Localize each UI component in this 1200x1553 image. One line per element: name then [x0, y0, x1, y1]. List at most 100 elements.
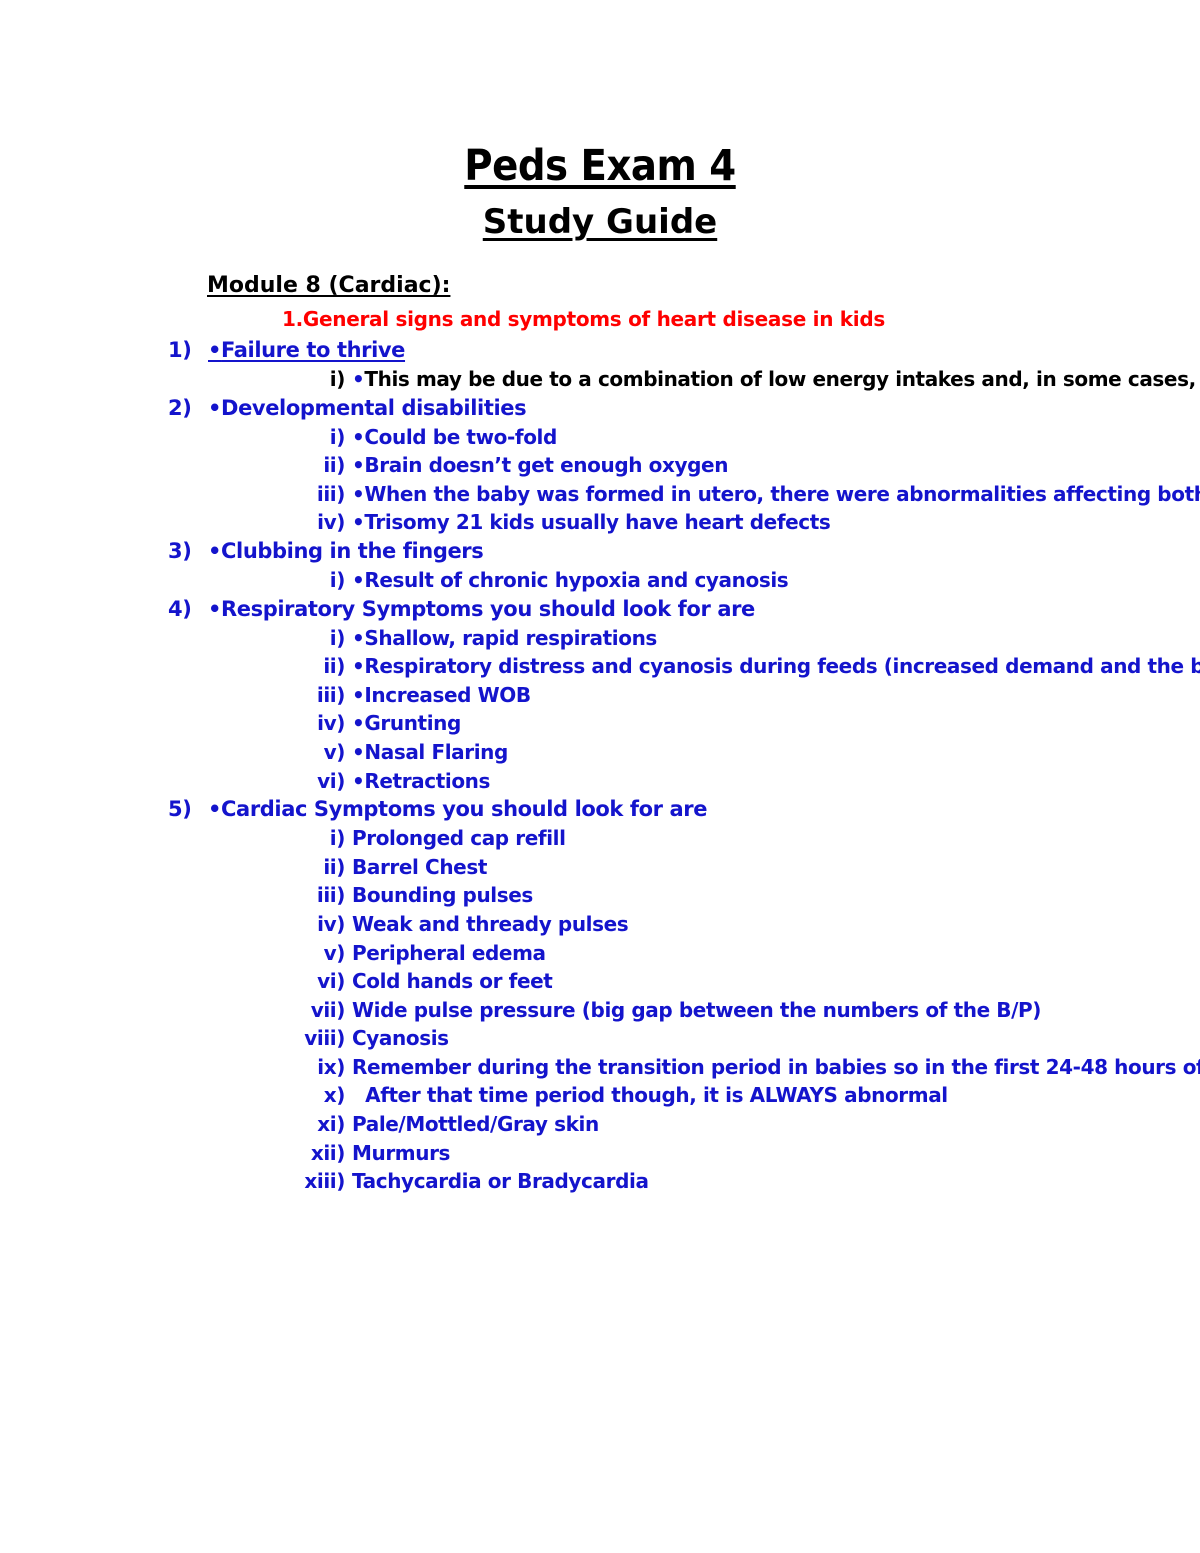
- outline-item-label: Increased WOB: [364, 682, 531, 707]
- list-marker: viii): [304, 1026, 345, 1051]
- outline-item-level2: iii) Bounding pulses: [0, 881, 1200, 910]
- outline-item-label: Nasal Flaring: [364, 739, 508, 764]
- outline-item-level1: 3) •Clubbing in the fingers: [0, 537, 1200, 566]
- outline-item-label: Murmurs: [352, 1140, 451, 1165]
- list-marker: v): [323, 739, 346, 764]
- outline-item-level2: xiii) Tachycardia or Bradycardia: [0, 1167, 1200, 1196]
- outline-item-level2: iv) •Trisomy 21 kids usually have heart d…: [0, 508, 1200, 537]
- bullet-icon: •: [352, 510, 365, 535]
- bullet-icon: •: [352, 424, 365, 449]
- list-marker: ii): [323, 654, 345, 679]
- outline-item-text: •Respiratory Symptoms you should look fo…: [208, 597, 755, 621]
- outline-item-level2: v) Peripheral edema: [0, 939, 1200, 968]
- list-marker: iv): [317, 711, 345, 736]
- outline-item-label: Pale/Mottled/Gray skin: [352, 1112, 599, 1137]
- list-marker: v): [323, 940, 346, 965]
- outline-item-level2: ii) Barrel Chest: [0, 853, 1200, 882]
- module-heading-text: Module 8 (Cardiac):: [207, 273, 451, 298]
- list-marker: 2): [168, 395, 192, 420]
- outline-item-label: Cardiac Symptoms you should look for are: [221, 797, 708, 822]
- outline-item-label: Cyanosis: [352, 1026, 449, 1051]
- outline-item-label: Shallow, rapid respirations: [364, 625, 657, 650]
- outline-item-label: Result of chronic hypoxia and cyanosis: [364, 567, 789, 592]
- outline-item-label: Respiratory distress and cyanosis during…: [364, 654, 1200, 679]
- bullet-icon: •: [208, 338, 222, 362]
- outline-item-label: When the baby was formed in utero, there…: [364, 481, 1200, 506]
- outline-item-label: Trisomy 21 kids usually have heart defec…: [364, 510, 831, 535]
- bullet-icon: •: [352, 654, 365, 679]
- list-marker: 4): [168, 596, 192, 621]
- list-marker: 1): [168, 338, 192, 362]
- list-marker: vi): [317, 969, 345, 994]
- outline-item-level2: i) •This may be due to a combination of l…: [0, 365, 1200, 394]
- red-numbered-item: 1.General signs and symptoms of heart di…: [282, 307, 885, 331]
- outline-item-level2: x) After that time period though, it is …: [0, 1081, 1200, 1110]
- list-marker: i): [329, 367, 346, 391]
- outline-item-label: Prolonged cap refill: [352, 826, 566, 851]
- outline-item-level1: 2) •Developmental disabilities: [0, 394, 1200, 423]
- outline-item-label: Barrel Chest: [352, 854, 487, 879]
- outline-item-level2: iii) •When the baby was formed in utero, …: [0, 480, 1200, 509]
- outline-item-label: Clubbing in the fingers: [221, 538, 484, 563]
- bullet-icon: •: [352, 453, 365, 478]
- bullet-icon: •: [352, 739, 365, 764]
- bullet-icon: •: [352, 567, 365, 592]
- list-marker: i): [329, 567, 346, 592]
- document-page: Peds Exam 4 Study Guide Module 8 (Cardia…: [0, 0, 1200, 1553]
- outline-item-text: •Clubbing in the fingers: [208, 538, 484, 563]
- bullet-icon: •: [352, 367, 365, 391]
- outline-item-label: After that time period though, it is ALW…: [352, 1083, 948, 1108]
- outline-item-label: Bounding pulses: [352, 883, 533, 908]
- outline-item-level2: iii) •Increased WOB: [0, 681, 1200, 710]
- bullet-icon: •: [352, 481, 365, 506]
- outline-item-level2: iv) Weak and thready pulses: [0, 910, 1200, 939]
- page-subtitle-text: Study Guide: [482, 202, 718, 242]
- bullet-icon: •: [352, 768, 365, 793]
- outline-item-level2: ii) •Respiratory distress and cyanosis du…: [0, 652, 1200, 681]
- list-marker: x): [323, 1083, 346, 1108]
- outline-item-label: Remember during the transition period in…: [352, 1054, 1200, 1079]
- outline-item-label: Retractions: [364, 768, 491, 793]
- outline-item-text: •Developmental disabilities: [208, 395, 527, 420]
- list-marker: i): [329, 826, 346, 851]
- outline-item-label: Brain doesn’t get enough oxygen: [364, 453, 729, 478]
- list-marker: ii): [323, 453, 345, 478]
- outline-item-level2: v) •Nasal Flaring: [0, 738, 1200, 767]
- outline-item-level2: vii) Wide pulse pressure (big gap between…: [0, 996, 1200, 1025]
- page-title: Peds Exam 4: [0, 0, 1200, 188]
- page-title-text: Peds Exam 4: [464, 141, 736, 191]
- outline-item-level1: 4) •Respiratory Symptoms you should look …: [0, 595, 1200, 624]
- outline-item-label: Respiratory Symptoms you should look for…: [221, 596, 755, 621]
- list-marker: xii): [310, 1140, 346, 1165]
- outline-item-level2: xii) Murmurs: [0, 1139, 1200, 1168]
- list-marker: ix): [317, 1054, 345, 1079]
- list-marker: iii): [316, 682, 346, 707]
- outline-item-label: Developmental disabilities: [221, 395, 527, 420]
- outline-item-level2: ii) •Brain doesn’t get enough oxygen: [0, 451, 1200, 480]
- list-marker: vii): [310, 997, 346, 1022]
- outline-item-level2: i) •Could be two-fold: [0, 423, 1200, 452]
- module-heading: Module 8 (Cardiac):: [0, 239, 1200, 298]
- list-marker: vi): [317, 768, 345, 793]
- outline-item-level1: 1) •Failure to thrive: [0, 336, 1200, 365]
- list-marker: iii): [316, 883, 346, 908]
- bullet-icon: •: [352, 625, 365, 650]
- outline-item-label: Tachycardia or Bradycardia: [352, 1169, 649, 1194]
- list-marker: i): [329, 625, 346, 650]
- outline-item-label: Failure to thrive: [221, 338, 406, 362]
- list-marker: ii): [323, 854, 345, 879]
- outline-item-level2: i) •Result of chronic hypoxia and cyanosi…: [0, 566, 1200, 595]
- outline-item-level2: vi) Cold hands or feet: [0, 967, 1200, 996]
- list-marker: 3): [168, 538, 192, 563]
- outline-item-text: •Failure to thrive: [208, 338, 405, 362]
- bullet-icon: •: [208, 596, 222, 621]
- list-marker: i): [329, 424, 346, 449]
- outline-item-label: Wide pulse pressure (big gap between the…: [352, 997, 1042, 1022]
- outline-item-level2: i) Prolonged cap refill: [0, 824, 1200, 853]
- page-subtitle: Study Guide: [0, 188, 1200, 239]
- outline-item-label: Grunting: [364, 711, 461, 736]
- list-marker: iv): [317, 911, 345, 936]
- outline-item-label: Weak and thready pulses: [352, 911, 629, 936]
- list-marker: iii): [316, 481, 346, 506]
- outline-item-level2: iv) •Grunting: [0, 709, 1200, 738]
